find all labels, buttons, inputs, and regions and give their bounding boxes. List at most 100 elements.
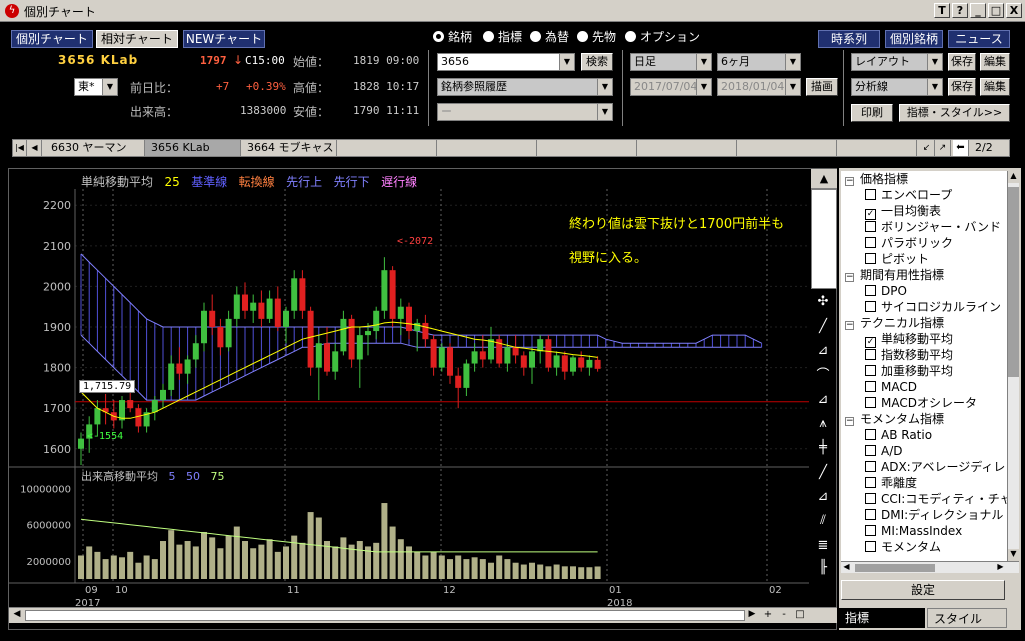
tree-item[interactable]: A/D <box>841 443 1007 459</box>
prev-icon[interactable]: ◀ <box>28 140 42 156</box>
timeseries-button[interactable]: 時系列 <box>818 30 880 48</box>
tree-item[interactable]: DPO <box>841 283 1007 299</box>
checkbox-icon[interactable] <box>865 349 876 360</box>
checkbox-icon[interactable] <box>865 477 876 488</box>
checkbox-icon[interactable] <box>865 509 876 520</box>
checkbox-icon[interactable] <box>865 301 876 312</box>
range-select[interactable]: 6ヶ月 ▼ <box>717 53 801 71</box>
tree-item[interactable]: MACDオシレータ <box>841 395 1007 411</box>
tree-item[interactable]: MACD <box>841 379 1007 395</box>
tree-group[interactable]: − テクニカル指標 <box>841 315 1007 331</box>
close-button[interactable]: X <box>1006 3 1022 18</box>
stock-tab-klab[interactable]: 3656 KLab <box>145 140 241 156</box>
print-button[interactable]: 印刷 <box>851 104 893 122</box>
search-button[interactable]: 検索 <box>581 53 613 71</box>
zoom-out-icon[interactable]: - <box>777 609 791 622</box>
regression-icon[interactable]: ⫽ <box>813 511 833 531</box>
checkbox-icon[interactable] <box>865 541 876 552</box>
radio-options[interactable]: オプション <box>625 29 700 45</box>
speed-line-icon[interactable]: ╪ <box>813 438 833 458</box>
tree-group[interactable]: − モメンタム指標 <box>841 411 1007 427</box>
draw-button[interactable]: 描画 <box>806 78 838 96</box>
layout-select[interactable]: レイアウト ▼ <box>851 53 943 71</box>
tree-item[interactable]: ADX:アベレージディレ <box>841 459 1007 475</box>
sub-select[interactable]: ー ▼ <box>437 103 613 121</box>
tree-item[interactable]: CCI:コモディティ・チャ <box>841 491 1007 507</box>
first-icon[interactable]: |◀ <box>13 140 27 156</box>
zoom-in-icon[interactable]: + <box>761 609 775 622</box>
checkbox-icon[interactable] <box>865 525 876 536</box>
ray-icon[interactable]: ╱ <box>813 463 833 483</box>
tree-hscroll[interactable]: ◀ ▶ <box>841 561 1019 573</box>
tab-new-chart[interactable]: NEWチャート <box>183 30 265 48</box>
back-arrow-icon[interactable]: ⬅ <box>953 140 969 156</box>
stock-tab-empty[interactable] <box>537 140 637 156</box>
radio-stock[interactable]: 銘柄 <box>433 29 472 45</box>
indicator-style-button[interactable]: 指標・スタイル>> <box>899 104 1010 122</box>
market-select[interactable]: 東* ▼ <box>74 78 118 96</box>
checkbox-icon[interactable] <box>865 429 876 440</box>
stock-tab-empty[interactable] <box>337 140 437 156</box>
tree-scroll-thumb[interactable] <box>1008 187 1019 377</box>
tree-hscroll-thumb[interactable] <box>855 564 935 572</box>
analysis-save-button[interactable]: 保存 <box>948 78 976 96</box>
tab-individual-chart[interactable]: 個別チャート <box>11 30 93 48</box>
gann-icon[interactable]: ⊿ <box>813 487 833 507</box>
tree-item[interactable]: ✓ 一目均衡表 <box>841 203 1007 220</box>
tree-scroll-left-icon[interactable]: ◀ <box>841 562 852 573</box>
analysis-select[interactable]: 分析線 ▼ <box>851 78 943 96</box>
help-button[interactable]: ? <box>952 3 968 18</box>
checkbox-icon[interactable] <box>865 365 876 376</box>
chart-hscroll[interactable]: ◀ ▶ + - □ <box>9 607 837 623</box>
interval-select[interactable]: 日足 ▼ <box>630 53 712 71</box>
checkbox-icon[interactable] <box>865 461 876 472</box>
crosshair-icon[interactable]: ✣ <box>813 292 833 312</box>
layout-edit-button[interactable]: 編集 <box>980 53 1010 71</box>
checkbox-icon[interactable] <box>865 253 876 264</box>
indicator-tree[interactable]: − 価格指標 エンベロープ ✓ 一目均衡表 ボリンジャー・バンド パラボリック ピボット − 期間… <box>841 171 1007 561</box>
tree-item[interactable]: 乖離度 <box>841 475 1007 491</box>
tree-scroll-up-icon[interactable]: ▲ <box>1008 171 1019 183</box>
tree-item[interactable]: ボリンジャー・バンド <box>841 219 1007 235</box>
checkbox-icon[interactable] <box>865 285 876 296</box>
tree-item[interactable]: ピボット <box>841 251 1007 267</box>
checkbox-icon[interactable] <box>865 445 876 456</box>
hscroll-left-icon[interactable]: ◀ <box>11 609 23 622</box>
stock-tab-yaman[interactable]: 6630 ヤーマン <box>45 140 145 156</box>
checkbox-icon[interactable] <box>865 237 876 248</box>
radio-fx[interactable]: 為替 <box>530 29 569 45</box>
stock-tab-empty[interactable] <box>737 140 837 156</box>
hscroll-right-icon[interactable]: ▶ <box>746 609 758 622</box>
stock-tab-empty[interactable] <box>837 140 917 156</box>
tree-item[interactable]: MI:MassIndex <box>841 523 1007 539</box>
maximize-button[interactable]: □ <box>988 3 1004 18</box>
tree-item[interactable]: エンベロープ <box>841 187 1007 203</box>
tree-item[interactable]: AB Ratio <box>841 427 1007 443</box>
stock-tab-empty[interactable] <box>437 140 537 156</box>
fan-line-icon[interactable]: ⊿ <box>813 341 833 361</box>
stock-tab-empty[interactable] <box>637 140 737 156</box>
tree-group[interactable]: − 期間有用性指標 <box>841 267 1007 283</box>
stock-tab-mobcast[interactable]: 3664 モブキャス <box>241 140 337 156</box>
stock-info-button[interactable]: 個別銘柄 <box>885 30 943 48</box>
settings-button[interactable]: 設定 <box>841 580 1005 600</box>
checkbox-icon[interactable] <box>865 381 876 392</box>
trendline-icon[interactable]: ╱ <box>813 317 833 337</box>
analysis-edit-button[interactable]: 編集 <box>980 78 1010 96</box>
radio-futures[interactable]: 先物 <box>577 29 616 45</box>
to-date-input[interactable]: 2018/01/04 ▼ <box>717 78 801 96</box>
radio-index[interactable]: 指標 <box>483 29 522 45</box>
tree-scroll-right-icon[interactable]: ▶ <box>995 562 1006 573</box>
hscroll-thumb[interactable] <box>25 610 745 621</box>
collapse-icon[interactable]: − <box>845 177 854 186</box>
arc-icon[interactable]: ⌒ <box>813 366 833 386</box>
collapse-icon[interactable]: − <box>845 273 854 282</box>
tab-scroll-right-icon[interactable]: ↗ <box>935 140 951 156</box>
tree-item[interactable]: パラボリック <box>841 235 1007 251</box>
layout-save-button[interactable]: 保存 <box>948 53 976 71</box>
tree-item[interactable]: ✓ 単純移動平均 <box>841 331 1007 348</box>
tree-item[interactable]: モメンタム <box>841 539 1007 555</box>
tree-item[interactable]: DMI:ディレクショナル <box>841 507 1007 523</box>
t-button[interactable]: T <box>934 3 950 18</box>
collapse-icon[interactable]: − <box>845 417 854 426</box>
